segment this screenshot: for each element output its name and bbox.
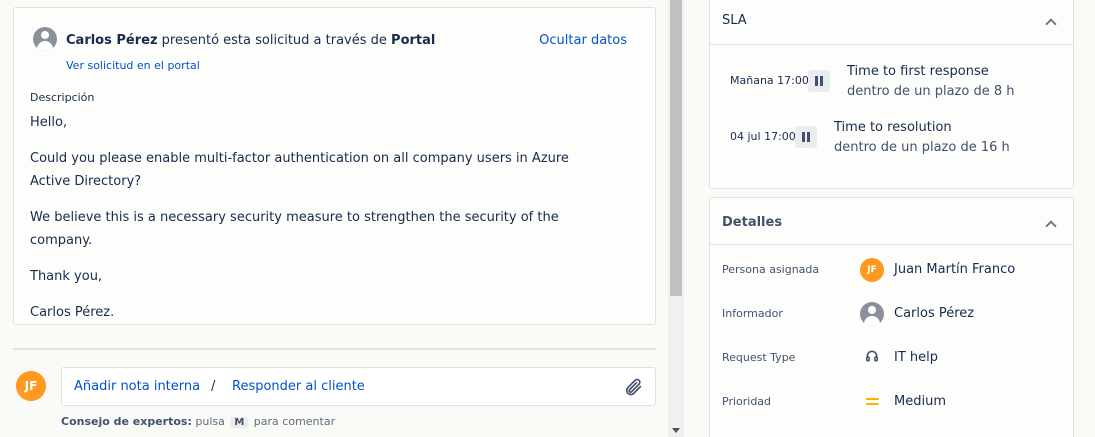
description-paragraph: Thank you, [30, 269, 103, 284]
sla-due-time: Mañana 17:00 [730, 74, 809, 87]
description-paragraph: Could you please enable multi-factor aut… [30, 151, 569, 189]
assignee-value[interactable]: Juan Martín Franco [894, 262, 1015, 277]
scrollbar-thumb[interactable] [670, 0, 682, 296]
request-presented-text: presentó esta solicitud a través de [157, 33, 392, 48]
reporter-label: Informador [722, 307, 783, 320]
reporter-value[interactable]: Carlos Pérez [894, 306, 974, 321]
description-paragraph: Carlos Pérez. [30, 305, 115, 320]
sla-item: Mañana 17:00 Time to first response dent… [710, 64, 1073, 106]
details-panel: Detalles Persona asignada JF Juan Martín… [709, 197, 1074, 437]
sla-panel: SLA Mañana 17:00 Time to first response … [709, 0, 1074, 189]
description-paragraph: We believe this is a necessary security … [30, 210, 559, 248]
comment-box[interactable]: Añadir nota interna / Responder al clien… [61, 367, 656, 406]
details-panel-header[interactable]: Detalles [710, 198, 1073, 245]
request-type-label: Request Type [722, 351, 796, 364]
request-origin-line: Carlos Pérez presentó esta solicitud a t… [66, 33, 435, 48]
chevron-up-icon[interactable] [1045, 220, 1057, 232]
sla-goal-name: Time to first response [847, 64, 989, 79]
sla-panel-header[interactable]: SLA [710, 0, 1073, 45]
sla-goal-window: dentro de un plazo de 8 h [847, 84, 1015, 99]
details-title: Detalles [722, 215, 783, 230]
hide-data-link[interactable]: Ocultar datos [539, 33, 627, 48]
section-divider [13, 348, 656, 350]
sla-item: 04 jul 17:00 Time to resolution dentro d… [710, 120, 1073, 162]
description-label: Descripción [30, 91, 95, 104]
priority-label: Prioridad [722, 395, 772, 408]
pause-icon[interactable] [808, 70, 830, 92]
assignee-label: Persona asignada [722, 263, 820, 276]
chevron-up-icon[interactable] [1045, 18, 1057, 30]
view-in-portal-link[interactable]: Ver solicitud en el portal [66, 59, 200, 72]
tip-shortcut-key: M [230, 417, 249, 428]
assignee-avatar: JF [860, 258, 884, 282]
tip-suffix-text: para comentar [250, 415, 336, 428]
tip-label: Consejo de expertos: [61, 415, 192, 428]
description-paragraph: Hello, [30, 115, 68, 130]
priority-value[interactable]: Medium [894, 394, 946, 409]
add-internal-note-link[interactable]: Añadir nota interna [74, 379, 200, 394]
request-author: Carlos Pérez [66, 33, 158, 48]
request-card: Carlos Pérez presentó esta solicitud a t… [13, 7, 656, 325]
request-type-value[interactable]: IT help [894, 350, 938, 365]
request-channel: Portal [391, 33, 436, 48]
headset-icon [865, 350, 879, 362]
pause-icon[interactable] [795, 126, 817, 148]
reply-to-customer-link[interactable]: Responder al cliente [232, 379, 365, 394]
description-body: Hello, Could you please enable multi-fac… [30, 111, 610, 337]
current-user-avatar: JF [16, 371, 46, 401]
paperclip-icon[interactable] [623, 377, 643, 397]
user-avatar-icon [860, 302, 884, 326]
comment-separator: / [211, 379, 216, 394]
sla-due-time: 04 jul 17:00 [730, 130, 796, 143]
user-avatar-icon [33, 27, 57, 51]
sla-goal-name: Time to resolution [834, 120, 952, 135]
expert-tip: Consejo de expertos: pulsa M para coment… [61, 415, 335, 428]
sla-title: SLA [722, 13, 747, 28]
scroll-down-arrow-icon[interactable] [672, 428, 680, 433]
tip-press-text: pulsa [191, 415, 229, 428]
sla-goal-window: dentro de un plazo de 16 h [834, 140, 1010, 155]
priority-medium-icon [866, 397, 880, 407]
